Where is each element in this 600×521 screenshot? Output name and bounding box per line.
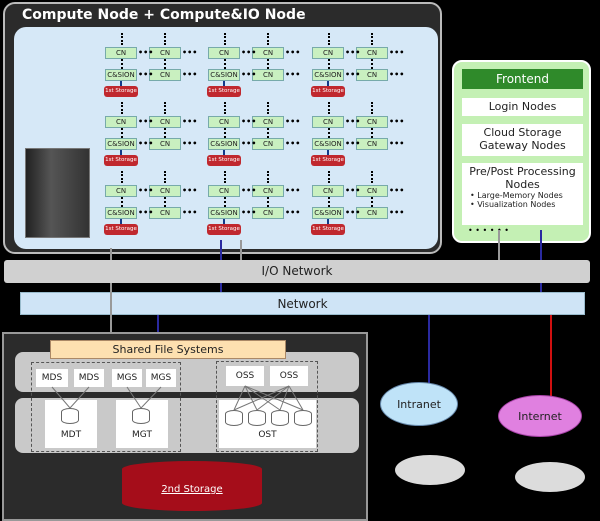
intranet-link xyxy=(428,315,430,385)
cloud-storage-gateway-nodes: Cloud Storage Gateway Nodes xyxy=(462,124,583,156)
second-storage: 2nd Storage xyxy=(122,461,262,511)
frontend-panel: Frontend Login Nodes Cloud Storage Gatew… xyxy=(452,60,591,243)
pre-post-processing-nodes: Pre/Post Processing Nodes • Large-Memory… xyxy=(462,163,583,225)
login-nodes: Login Nodes xyxy=(462,98,583,116)
users-computers-image xyxy=(515,462,585,492)
connection-dots: ••• xyxy=(389,70,405,79)
connection-dots xyxy=(371,197,373,207)
frontend-title: Frontend xyxy=(462,69,583,89)
connection-dots: ••• xyxy=(389,48,405,57)
fs-connections xyxy=(51,385,304,411)
connection-dots: ••• xyxy=(389,117,405,126)
connection-dots: ••• xyxy=(389,208,405,217)
connection-dots xyxy=(371,128,373,138)
visualization-nodes: • Visualization Nodes xyxy=(470,200,556,209)
connection-dots xyxy=(371,59,373,69)
connector xyxy=(498,230,500,260)
frontend-dots: • • • • • • xyxy=(468,226,510,235)
pre-post-label: Pre/Post Processing Nodes xyxy=(469,165,576,191)
intranet-cloud: Intranet xyxy=(380,382,458,426)
internet-link xyxy=(550,315,552,400)
connection-dots: ••• xyxy=(389,186,405,195)
connection-dots xyxy=(371,171,373,183)
connection-dots xyxy=(371,102,373,114)
connection-dots xyxy=(371,33,373,45)
internet-cloud: Internet xyxy=(498,395,582,437)
large-memory-nodes: • Large-Memory Nodes xyxy=(470,191,563,200)
users-computers-image xyxy=(395,455,465,485)
connection-dots: ••• xyxy=(389,139,405,148)
